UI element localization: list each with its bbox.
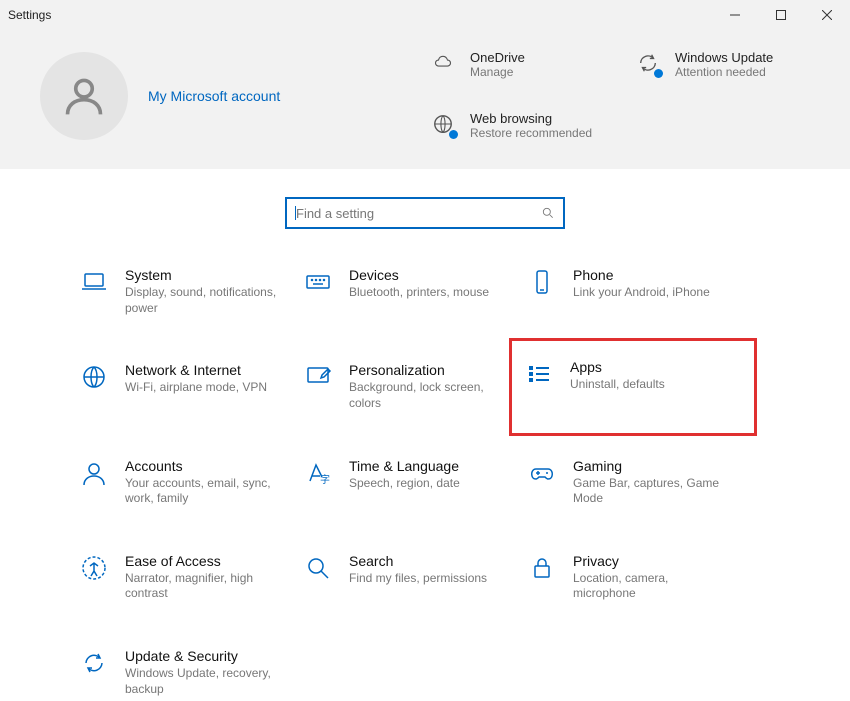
gamepad-icon (527, 458, 557, 488)
titlebar: Settings (0, 0, 850, 30)
status-sub: Attention needed (675, 65, 773, 81)
category-desc: Link your Android, iPhone (573, 285, 710, 301)
search-box[interactable] (285, 197, 565, 229)
avatar (40, 52, 128, 140)
category-desc: Display, sound, notifications, power (125, 285, 285, 316)
category-search[interactable]: Search Find my files, permissions (299, 549, 519, 606)
category-grid: System Display, sound, notifications, pow… (75, 263, 775, 701)
category-desc: Narrator, magnifier, high contrast (125, 571, 285, 602)
status-sub: Manage (470, 65, 525, 81)
category-desc: Speech, region, date (349, 476, 460, 492)
category-desc: Wi-Fi, airplane mode, VPN (125, 380, 267, 396)
category-label: Apps (570, 359, 665, 375)
category-desc: Game Bar, captures, Game Mode (573, 476, 733, 507)
category-system[interactable]: System Display, sound, notifications, pow… (75, 263, 295, 320)
search-input[interactable] (296, 206, 526, 221)
category-label: Personalization (349, 362, 509, 378)
category-label: System (125, 267, 285, 283)
category-label: Accounts (125, 458, 285, 474)
category-time-language[interactable]: 字 Time & Language Speech, region, date (299, 454, 519, 511)
svg-text:字: 字 (320, 473, 330, 486)
category-personalization[interactable]: Personalization Background, lock screen, … (299, 358, 519, 415)
category-privacy[interactable]: Privacy Location, camera, microphone (523, 549, 743, 606)
keyboard-icon (303, 267, 333, 297)
category-devices[interactable]: Devices Bluetooth, printers, mouse (299, 263, 519, 320)
search-row (0, 197, 850, 229)
lock-icon (527, 553, 557, 583)
access-icon (79, 553, 109, 583)
category-update-security[interactable]: Update & Security Windows Update, recover… (75, 644, 295, 701)
a-letter-icon: 字 (303, 458, 333, 488)
status-label: OneDrive (470, 50, 525, 65)
window-title: Settings (8, 8, 51, 22)
category-label: Phone (573, 267, 710, 283)
category-desc: Background, lock screen, colors (349, 380, 509, 411)
category-label: Gaming (573, 458, 733, 474)
header-zone: My Microsoft account OneDrive Manage Win… (0, 30, 850, 169)
category-phone[interactable]: Phone Link your Android, iPhone (523, 263, 743, 320)
category-label: Devices (349, 267, 489, 283)
category-label: Search (349, 553, 487, 569)
globe-icon (430, 111, 456, 137)
category-apps[interactable]: Apps Uninstall, defaults (509, 338, 757, 435)
status-label: Web browsing (470, 111, 592, 126)
category-desc: Uninstall, defaults (570, 377, 665, 393)
category-gaming[interactable]: Gaming Game Bar, captures, Game Mode (523, 454, 743, 511)
status-tile-onedrive[interactable]: OneDrive Manage (430, 50, 605, 81)
status-label: Windows Update (675, 50, 773, 65)
category-label: Time & Language (349, 458, 460, 474)
category-desc: Location, camera, microphone (573, 571, 733, 602)
category-ease-of-access[interactable]: Ease of Access Narrator, magnifier, high … (75, 549, 295, 606)
status-tile-windows-update[interactable]: Windows Update Attention needed (635, 50, 810, 81)
status-tile-web-browsing[interactable]: Web browsing Restore recommended (430, 111, 605, 142)
category-desc: Find my files, permissions (349, 571, 487, 587)
minimize-button[interactable] (712, 0, 758, 30)
cloud-icon (430, 50, 456, 76)
category-label: Network & Internet (125, 362, 267, 378)
status-tiles: OneDrive Manage Windows Update Attention… (430, 50, 810, 141)
category-label: Update & Security (125, 648, 285, 664)
list-icon (524, 359, 554, 389)
account-block[interactable]: My Microsoft account (40, 50, 280, 141)
category-desc: Windows Update, recovery, backup (125, 666, 285, 697)
update-loop-icon (635, 50, 661, 76)
laptop-icon (79, 267, 109, 297)
magnify-icon (303, 553, 333, 583)
close-button[interactable] (804, 0, 850, 30)
pen-icon (303, 362, 333, 392)
person-icon (62, 74, 106, 118)
category-desc: Your accounts, email, sync, work, family (125, 476, 285, 507)
account-link[interactable]: My Microsoft account (148, 88, 280, 104)
maximize-button[interactable] (758, 0, 804, 30)
phone-icon (527, 267, 557, 297)
category-label: Ease of Access (125, 553, 285, 569)
category-accounts[interactable]: Accounts Your accounts, email, sync, work… (75, 454, 295, 511)
category-label: Privacy (573, 553, 733, 569)
category-desc: Bluetooth, printers, mouse (349, 285, 489, 301)
person-icon (79, 458, 109, 488)
status-sub: Restore recommended (470, 126, 592, 142)
category-network[interactable]: Network & Internet Wi-Fi, airplane mode, … (75, 358, 295, 415)
window-controls (712, 0, 850, 30)
globe-net-icon (79, 362, 109, 392)
search-icon (541, 206, 555, 220)
